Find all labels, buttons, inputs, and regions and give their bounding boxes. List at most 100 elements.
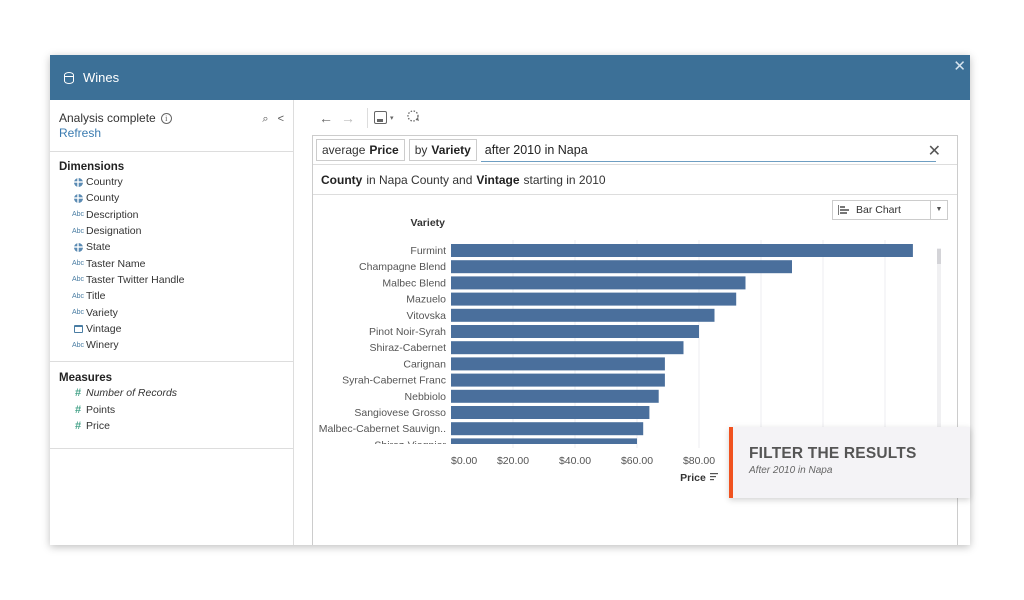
category-label: Chardonnay-Pinot Blanc: [332, 488, 446, 500]
bar[interactable]: [451, 341, 684, 355]
globe-icon: [73, 193, 83, 203]
category-label: Tinta Francisca: [375, 456, 447, 468]
search-icon[interactable]: ⌕: [262, 113, 268, 126]
dimension-field[interactable]: Abc Description: [59, 207, 293, 223]
bar[interactable]: [451, 438, 637, 451]
bar[interactable]: [451, 455, 637, 468]
dimension-field[interactable]: State: [59, 239, 293, 255]
bar[interactable]: [451, 244, 913, 257]
field-label: Winery: [86, 339, 119, 352]
data-pane-header: Analysis complete i Refresh ⌕ <: [50, 100, 293, 152]
bar[interactable]: [451, 357, 665, 371]
abc-icon: Abc: [71, 341, 85, 349]
category-label: Furmint: [410, 245, 446, 257]
filter-callout: FILTER THE RESULTS After 2010 in Napa: [729, 427, 970, 498]
save-icon: [374, 111, 387, 124]
collapse-pane-icon[interactable]: <: [278, 113, 284, 126]
toolbar: ← → ▾: [295, 100, 970, 135]
dimension-field[interactable]: Abc Taster Twitter Handle: [59, 272, 293, 288]
category-label: Shiraz-Cabernet: [370, 342, 447, 354]
category-label: Nebbiolo: [405, 391, 447, 403]
database-icon: [64, 71, 74, 84]
field-label: Country: [86, 176, 123, 189]
dimension-field[interactable]: Country: [59, 174, 293, 190]
x-tick-label: $80.00: [683, 455, 715, 467]
refresh-link[interactable]: Refresh: [59, 126, 293, 140]
replay-button[interactable]: [402, 109, 424, 126]
toolbar-divider: [367, 107, 368, 128]
field-label: Vintage: [86, 322, 122, 335]
dimension-field[interactable]: Abc Designation: [59, 223, 293, 239]
bar[interactable]: [451, 308, 715, 322]
abc-icon: Abc: [71, 292, 85, 300]
category-label: BabiÄ‡: [412, 472, 446, 484]
bar[interactable]: [451, 373, 665, 387]
bar[interactable]: [451, 471, 637, 484]
category-label: Pinot Noir-Syrah: [369, 326, 446, 338]
chart-scrollbar-thumb[interactable]: [937, 249, 941, 264]
measures-section: Measures # Number of Records # Points # Price: [50, 362, 293, 450]
field-label: Taster Name: [86, 257, 146, 270]
bar[interactable]: [451, 325, 699, 338]
field-label: Points: [86, 403, 116, 416]
info-icon[interactable]: i: [160, 112, 172, 124]
title-bar: Wines ✕: [50, 55, 970, 100]
abc-icon: Abc: [71, 227, 85, 235]
calendar-icon: [73, 324, 83, 333]
category-label: Syrah-Cabernet Franc: [342, 375, 446, 387]
dimensions-section: Dimensions Country County Abc Description Ab…: [50, 152, 293, 363]
measure-field[interactable]: # Points: [59, 402, 293, 418]
category-label: Malbec Blend: [382, 277, 446, 289]
row-header-variety: Variety: [411, 217, 446, 229]
callout-title: FILTER THE RESULTS: [749, 445, 917, 462]
globe-icon: [73, 177, 83, 187]
measures-heading: Measures: [59, 372, 113, 385]
measure-field[interactable]: # Number of Records: [59, 385, 293, 401]
analysis-status: Analysis complete: [59, 111, 156, 125]
field-label: State: [86, 241, 111, 254]
bar[interactable]: [451, 276, 746, 290]
abc-icon: Abc: [71, 260, 85, 268]
field-label: Variety: [86, 306, 118, 319]
abc-icon: Abc: [71, 309, 85, 317]
dimension-field[interactable]: Abc Variety: [59, 304, 293, 320]
save-button[interactable]: ▾: [374, 111, 394, 124]
field-label: Number of Records: [86, 387, 178, 400]
bar[interactable]: [451, 389, 659, 403]
dimensions-heading: Dimensions: [59, 161, 125, 173]
close-window-button[interactable]: ✕: [953, 57, 966, 75]
sort-icon[interactable]: [710, 473, 718, 481]
globe-icon: [73, 242, 83, 252]
dimension-field[interactable]: Abc Taster Name: [59, 255, 293, 271]
hash-icon: #: [74, 420, 82, 432]
x-tick-label: $60.00: [621, 455, 653, 467]
abc-icon: Abc: [71, 211, 85, 219]
callout-subtitle: After 2010 in Napa: [749, 465, 833, 476]
bar[interactable]: [451, 487, 634, 500]
data-pane: Analysis complete i Refresh ⌕ < Dimensio…: [50, 100, 294, 545]
category-label: Shiraz-Viognier: [374, 439, 446, 451]
measure-field[interactable]: # Price: [59, 418, 293, 434]
field-label: Taster Twitter Handle: [86, 273, 185, 286]
bar[interactable]: [451, 406, 650, 419]
field-label: County: [86, 192, 120, 205]
dimension-field[interactable]: Abc Title: [59, 288, 293, 304]
field-label: Price: [86, 420, 110, 432]
replay-icon: [406, 110, 419, 122]
hash-icon: #: [74, 387, 82, 400]
bar[interactable]: [451, 292, 737, 306]
bar[interactable]: [451, 260, 792, 274]
x-tick-label: $20.00: [497, 455, 529, 467]
field-label: Description: [86, 208, 139, 221]
dimension-field[interactable]: Vintage: [59, 321, 293, 337]
x-tick-label: $40.00: [559, 455, 591, 467]
hash-icon: #: [74, 403, 82, 416]
forward-button[interactable]: →: [337, 110, 359, 126]
save-dropdown-caret[interactable]: ▾: [390, 114, 394, 122]
dimension-field[interactable]: Abc Winery: [59, 337, 293, 353]
back-button[interactable]: ←: [315, 110, 337, 126]
bar[interactable]: [451, 422, 644, 436]
field-label: Title: [86, 290, 106, 303]
category-label: Malbec-Cabernet Sauvign..: [319, 423, 446, 435]
dimension-field[interactable]: County: [59, 190, 293, 206]
